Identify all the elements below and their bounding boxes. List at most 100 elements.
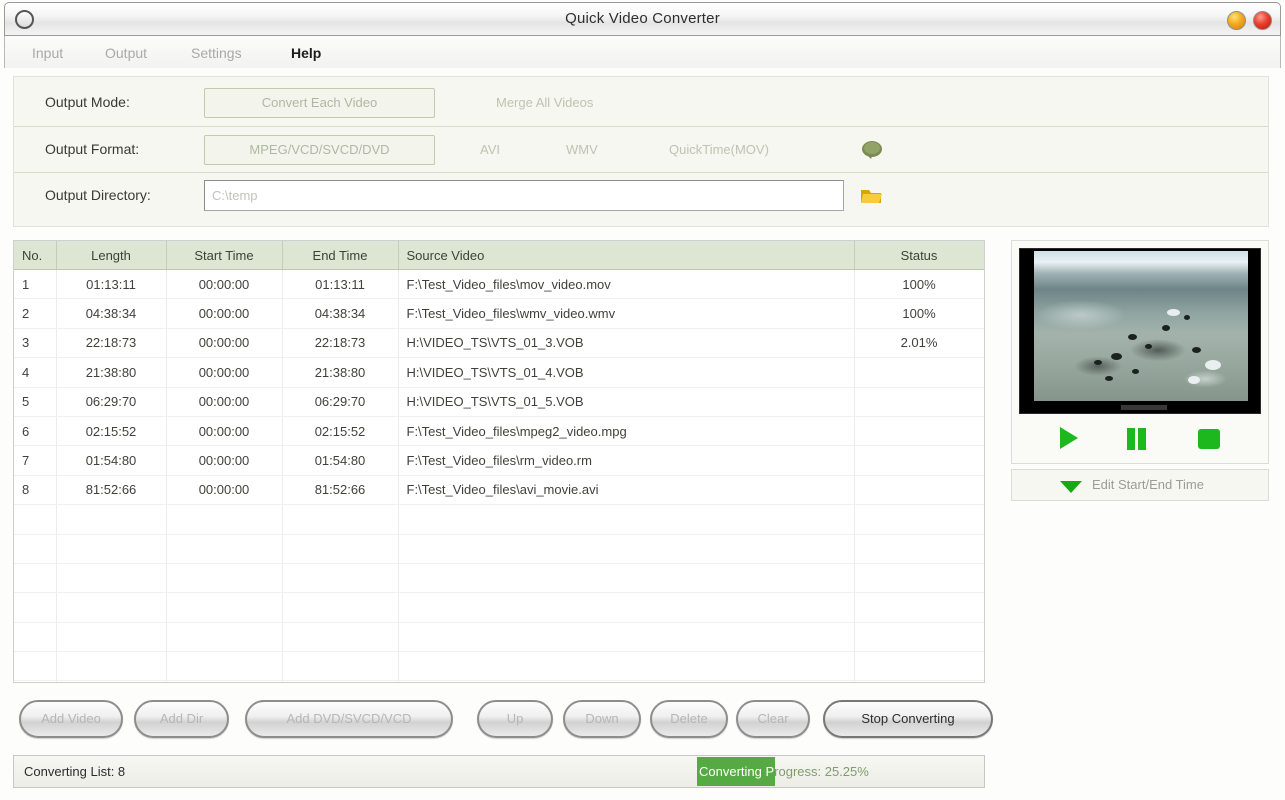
table-cell-empty <box>854 563 984 594</box>
output-format-selected[interactable]: MPEG/VCD/SVCD/DVD <box>204 135 435 165</box>
output-directory-input[interactable] <box>204 180 844 211</box>
table-cell-source: F:\Test_Video_files\mpeg2_video.mpg <box>398 416 855 447</box>
conversion-progress-label-highlight: Converting Progress: 25.25% <box>699 764 775 779</box>
table-cell-end: 01:54:80 <box>282 445 399 476</box>
table-cell-no: 5 <box>14 387 57 417</box>
column-header-status[interactable]: Status <box>854 241 984 270</box>
table-row-empty[interactable] <box>14 622 984 653</box>
table-cell-empty <box>166 622 283 653</box>
table-cell-empty <box>166 534 283 564</box>
table-row[interactable]: 5 06:29:70 00:00:00 06:29:70 H:\VIDEO_TS\VTS… <box>14 387 984 417</box>
table-cell-empty <box>14 534 57 564</box>
video-preview-frame[interactable] <box>1019 248 1261 414</box>
table-cell-empty <box>854 622 984 653</box>
table-row[interactable]: 8 81:52:66 00:00:00 81:52:66 F:\Test_Video_f… <box>14 475 984 506</box>
table-cell-empty <box>398 504 855 535</box>
status-bar: Converting List: 8 Converting Progress: … <box>13 755 985 788</box>
delete-button[interactable]: Delete <box>650 700 728 738</box>
table-row-empty[interactable] <box>14 563 984 594</box>
format-settings-icon[interactable] <box>859 139 885 163</box>
folder-open-icon[interactable] <box>859 184 885 208</box>
column-header-length[interactable]: Length <box>56 241 167 270</box>
table-cell-source: F:\Test_Video_files\mov_video.mov <box>398 269 855 300</box>
table-cell-empty <box>56 680 167 682</box>
table-cell-status: 100% <box>854 269 984 300</box>
add-dir-button[interactable]: Add Dir <box>134 700 229 738</box>
stop-converting-button[interactable]: Stop Converting <box>823 700 993 738</box>
title-bar: Quick Video Converter <box>4 2 1281 36</box>
table-row[interactable]: 7 01:54:80 00:00:00 01:54:80 F:\Test_Video_f… <box>14 445 984 476</box>
table-row-empty[interactable] <box>14 680 984 682</box>
panel-divider-1 <box>14 126 1268 127</box>
table-row[interactable]: 6 02:15:52 00:00:00 02:15:52 F:\Test_Video_f… <box>14 416 984 447</box>
table-row[interactable]: 4 21:38:80 00:00:00 21:38:80 H:\VIDEO_TS\VTS… <box>14 357 984 388</box>
table-cell-end: 06:29:70 <box>282 387 399 417</box>
table-cell-status <box>854 416 984 447</box>
output-format-quicktime[interactable]: QuickTime(MOV) <box>669 142 769 157</box>
output-mode-merge-all[interactable]: Merge All Videos <box>496 95 593 110</box>
table-cell-start: 00:00:00 <box>166 475 283 506</box>
table-cell-no: 1 <box>14 269 57 300</box>
table-cell-status: 2.01% <box>854 328 984 359</box>
menu-item-help[interactable]: Help <box>291 45 321 61</box>
output-format-label: Output Format: <box>45 141 140 157</box>
table-cell-source: F:\Test_Video_files\wmv_video.wmv <box>398 298 855 329</box>
table-cell-empty <box>854 592 984 623</box>
table-cell-length: 81:52:66 <box>56 475 167 506</box>
table-cell-start: 00:00:00 <box>166 357 283 388</box>
edit-start-end-time-label: Edit Start/End Time <box>1092 477 1204 492</box>
table-cell-length: 01:13:11 <box>56 269 167 300</box>
table-row-empty[interactable] <box>14 534 984 564</box>
table-row[interactable]: 1 01:13:11 00:00:00 01:13:11 F:\Test_Video_f… <box>14 269 984 300</box>
table-cell-length: 22:18:73 <box>56 328 167 359</box>
table-row[interactable]: 2 04:38:34 00:00:00 04:38:34 F:\Test_Video_f… <box>14 298 984 329</box>
output-options-panel: Output Mode: Convert Each Video Merge Al… <box>13 76 1269 227</box>
edit-start-end-time-button[interactable]: Edit Start/End Time <box>1011 469 1269 501</box>
menu-item-input[interactable]: Input <box>32 45 63 61</box>
close-button[interactable] <box>1253 11 1272 30</box>
table-cell-empty <box>14 680 57 682</box>
table-cell-empty <box>398 680 855 682</box>
add-disc-button[interactable]: Add DVD/SVCD/VCD <box>245 700 453 738</box>
table-cell-start: 00:00:00 <box>166 328 283 359</box>
menu-item-output[interactable]: Output <box>105 45 147 61</box>
column-header-source[interactable]: Source Video <box>398 241 855 270</box>
table-row[interactable]: 3 22:18:73 00:00:00 22:18:73 H:\VIDEO_TS\VTS… <box>14 328 984 359</box>
table-cell-empty <box>166 592 283 623</box>
output-format-wmv[interactable]: WMV <box>566 142 598 157</box>
column-header-no[interactable]: No. <box>14 241 57 270</box>
column-header-end[interactable]: End Time <box>282 241 399 270</box>
table-cell-no: 7 <box>14 445 57 476</box>
play-icon[interactable] <box>1056 427 1082 451</box>
table-cell-empty <box>14 504 57 535</box>
output-mode-selected[interactable]: Convert Each Video <box>204 88 435 118</box>
table-cell-start: 00:00:00 <box>166 298 283 329</box>
table-cell-empty <box>282 622 399 653</box>
up-button[interactable]: Up <box>477 700 553 738</box>
table-cell-status: 100% <box>854 298 984 329</box>
table-cell-length: 21:38:80 <box>56 357 167 388</box>
video-list-table[interactable]: No. Length Start Time End Time Source Vi… <box>13 240 985 683</box>
table-cell-length: 04:38:34 <box>56 298 167 329</box>
table-row-empty[interactable] <box>14 504 984 535</box>
video-thumbnail <box>1034 251 1248 411</box>
stop-icon[interactable] <box>1196 427 1222 451</box>
output-format-avi[interactable]: AVI <box>480 142 500 157</box>
clear-button[interactable]: Clear <box>736 700 810 738</box>
table-cell-status <box>854 475 984 506</box>
output-directory-row: Output Directory: <box>14 172 1268 219</box>
table-row-empty[interactable] <box>14 592 984 623</box>
menu-item-settings[interactable]: Settings <box>191 45 242 61</box>
table-row-empty[interactable] <box>14 651 984 682</box>
table-cell-no: 8 <box>14 475 57 506</box>
add-video-button[interactable]: Add Video <box>19 700 123 738</box>
table-cell-empty <box>166 504 283 535</box>
triangle-down-icon <box>1060 481 1082 493</box>
application-window: Quick Video Converter Input Output Setti… <box>0 0 1285 800</box>
down-button[interactable]: Down <box>563 700 641 738</box>
column-header-start[interactable]: Start Time <box>166 241 283 270</box>
table-cell-empty <box>282 534 399 564</box>
pause-icon[interactable] <box>1124 427 1150 451</box>
minimize-button[interactable] <box>1227 11 1246 30</box>
output-mode-label: Output Mode: <box>45 94 130 110</box>
